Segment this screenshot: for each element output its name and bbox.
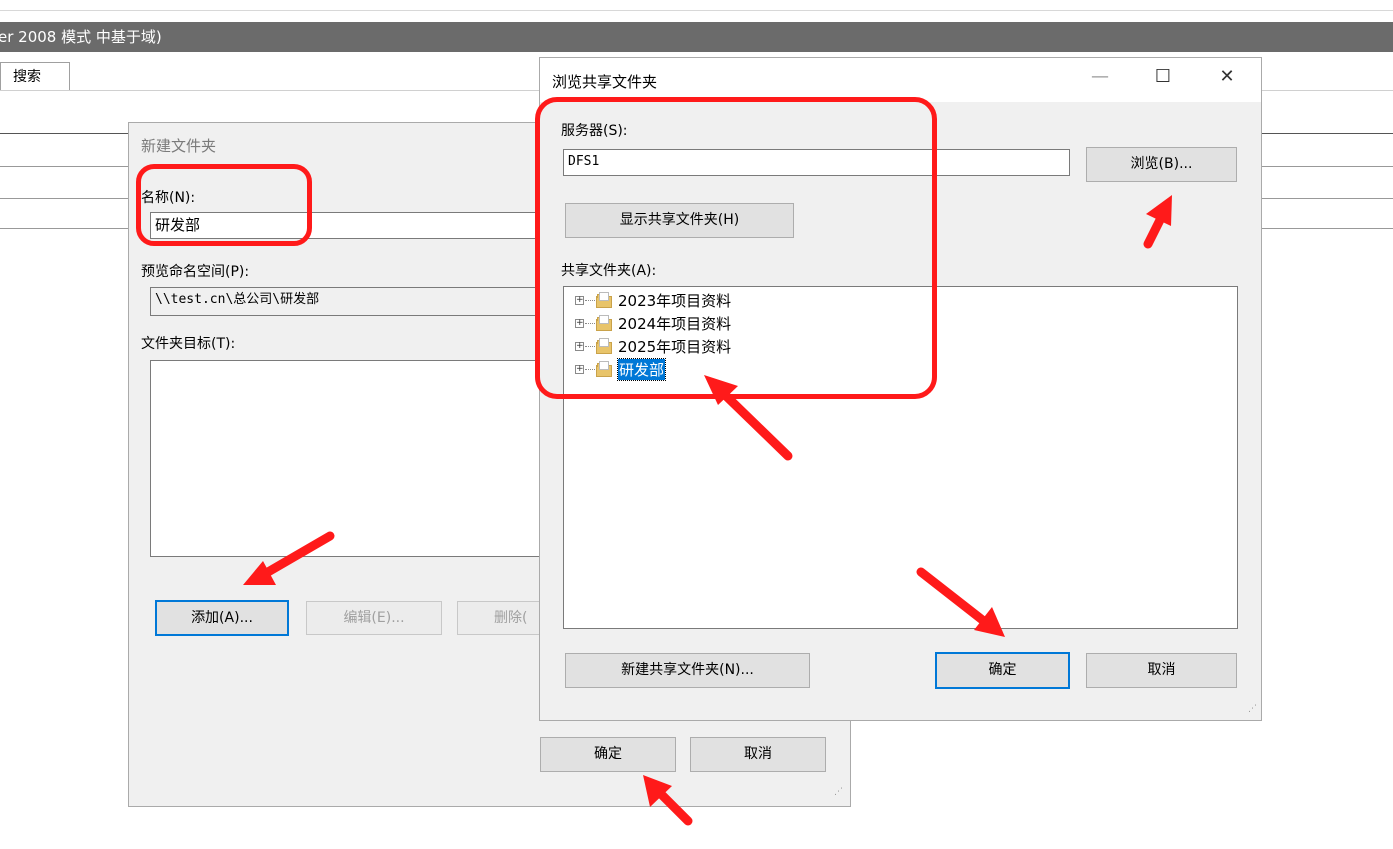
- annotation-arrows: [243, 195, 1172, 826]
- arrow-to-selected-share-icon: [704, 375, 793, 461]
- arrow-to-new-folder-ok-icon: [643, 775, 693, 826]
- arrow-to-add-button-icon: [243, 531, 335, 585]
- arrow-to-browse-icon: [1143, 195, 1172, 249]
- arrow-to-browse-ok-icon: [916, 567, 1005, 637]
